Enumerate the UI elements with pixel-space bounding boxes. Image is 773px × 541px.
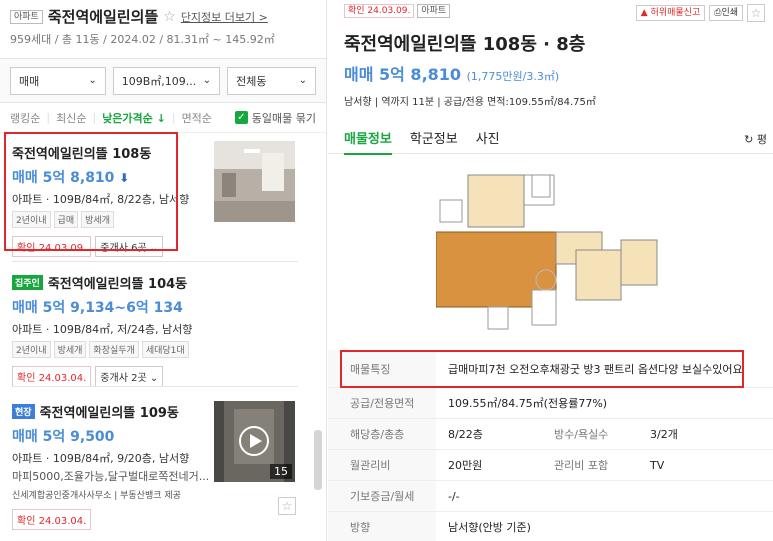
complex-header: 아파트 죽전역에일린의뜰 ☆ 단지정보 더보기 > 959세대 / 총 11동 …	[0, 0, 326, 50]
type-tag: 아파트	[417, 4, 451, 18]
chevron-down-icon: ⌄	[88, 75, 97, 86]
siren-icon: ▲	[640, 8, 648, 18]
sort-latest[interactable]: 최신순	[56, 110, 86, 126]
favorite-star-icon[interactable]: ☆	[163, 9, 176, 25]
info-row: 월관리비 20만원 관리비 포함 TV	[328, 450, 773, 481]
unit-toggle[interactable]: ↻ 평	[744, 131, 767, 147]
confirm-date: 확인 24.03.04.	[12, 509, 92, 530]
detail-panel: 확인 24.03.09. 아파트 ▲ 허위매물신고 ⎙인쇄 ☆ 죽전역에일린의뜰…	[328, 0, 773, 541]
tab-listing-info[interactable]: 매물정보	[344, 128, 392, 155]
info-row: 해당층/총층 8/22층 방수/욕실수 3/2개	[328, 419, 773, 450]
listing-tag: 세대당1대	[141, 341, 189, 358]
scrollbar[interactable]	[314, 430, 322, 490]
trade-select[interactable]: 매매 ⌄	[10, 66, 106, 95]
type-tag: 아파트	[10, 9, 43, 24]
detail-title: 죽전역에일린의뜰 108동 · 8층	[344, 34, 586, 55]
agent-count-dropdown[interactable]: 중개사 2곳 ⌄	[95, 366, 164, 387]
same-listing-toggle[interactable]: ✓ 동일매물 묶기	[234, 110, 316, 126]
sort-low-price[interactable]: 낮은가격순 ↓	[102, 110, 166, 126]
listing-video-thumb[interactable]: 15	[214, 401, 295, 482]
complex-summary: 959세대 / 총 11동 / 2024.02 / 81.31㎡ ~ 145.9…	[10, 33, 275, 46]
tab-photos[interactable]: 사진	[476, 128, 500, 147]
listing-source: 신세계합공인중개사사무소 | 부동산뱅크 제공	[12, 491, 181, 501]
floor-plan	[435, 170, 660, 340]
chevron-down-icon: ⌄	[298, 75, 308, 86]
highlight-box	[4, 132, 178, 251]
report-button[interactable]: ▲ 허위매물신고	[635, 5, 706, 21]
info-row: 기보증금/월세 -/-	[328, 481, 773, 512]
complex-name: 죽전역에일린의뜰	[47, 8, 159, 26]
listing-panel: 아파트 죽전역에일린의뜰 ☆ 단지정보 더보기 > 959세대 / 총 11동 …	[0, 0, 327, 541]
tab-school-info[interactable]: 학군정보	[410, 128, 458, 147]
confirm-date: 확인 24.03.09.	[344, 4, 415, 18]
listing-title: 집주인 죽전역에일린의뜰 104동	[12, 273, 312, 292]
listing-photo[interactable]	[214, 141, 295, 222]
detail-info: 남서향 | 역까지 11분 | 공급/전용 면적:109.55㎡/84.75㎡	[344, 97, 596, 108]
chevron-down-icon: ⌄	[149, 373, 159, 384]
photo-count: 15	[270, 464, 292, 479]
detail-price: 매매 5억 8,810 (1,775만원/3.3㎡)	[344, 65, 560, 84]
sort-area[interactable]: 면적순	[182, 110, 212, 126]
info-row: 공급/전용면적 109.55㎡/84.75㎡(전용률77%)	[328, 388, 773, 419]
favorite-star-icon[interactable]: ☆	[278, 497, 296, 515]
building-select[interactable]: 전체동 ⌄	[227, 66, 317, 95]
owner-badge: 집주인	[12, 275, 43, 290]
listing-tag: 2년이내	[12, 341, 51, 358]
sort-ranking[interactable]: 랭킹순	[10, 110, 40, 126]
sort-bar: 랭킹순 | 최신순 | 낮은가격순 ↓ | 면적순 ✓ 동일매물 묶기	[0, 103, 326, 133]
favorite-star-icon[interactable]: ☆	[747, 4, 765, 22]
listing-info: 아파트 · 109B/84㎡, 저/24층, 남서향	[12, 323, 193, 336]
highlight-box	[340, 350, 744, 388]
confirm-date: 확인 24.03.04.	[12, 366, 92, 387]
area-select[interactable]: 109B㎡,109... ⌄	[112, 66, 221, 95]
listing-tag: 화장실두개	[89, 341, 139, 358]
complex-more-link[interactable]: 단지정보 더보기 >	[181, 9, 268, 25]
onsite-badge: 현장	[12, 404, 35, 419]
listing-tag: 방세개	[53, 341, 87, 358]
detail-tabs: 매물정보 학군정보 사진 ↻ 평	[328, 122, 773, 155]
list-item[interactable]: 집주인 죽전역에일린의뜰 104동 매매 5억 9,134~6억 134 아파트…	[0, 273, 312, 387]
checkbox-checked-icon: ✓	[234, 111, 248, 124]
print-button[interactable]: ⎙인쇄	[709, 5, 743, 21]
listing-price: 매매 5억 9,134~6억 134	[12, 300, 183, 316]
refresh-icon: ↻	[744, 133, 754, 146]
filter-bar: 매매 ⌄ 109B㎡,109... ⌄ 전체동 ⌄	[0, 58, 326, 103]
chevron-down-icon: ⌄	[202, 75, 212, 86]
info-row: 방향 남서향(안방 기준)	[328, 512, 773, 541]
